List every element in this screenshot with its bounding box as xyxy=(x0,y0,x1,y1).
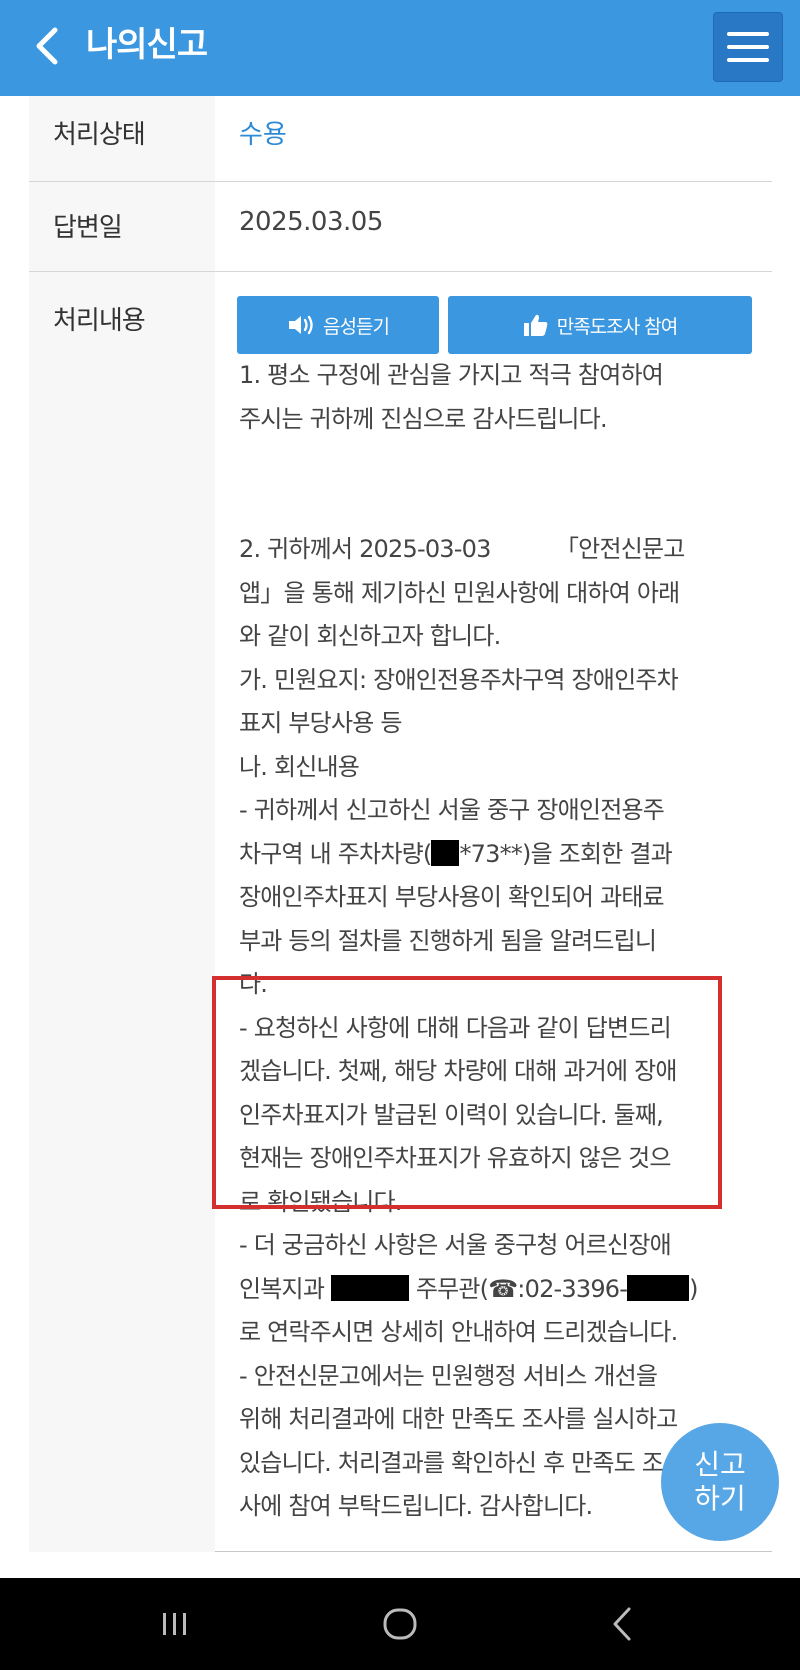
page-title: 나의신고 xyxy=(86,25,208,65)
reply-line: 앱」을 통해 제기하신 민원사항에 대하여 아래 xyxy=(239,578,680,607)
redacted-block xyxy=(330,1274,409,1301)
voice-listen-label: 음성듣기 xyxy=(323,315,390,338)
content-label: 처리내용 xyxy=(53,306,146,336)
satisfaction-survey-label: 만족도조사 참여 xyxy=(556,315,678,338)
redacted-block xyxy=(627,1274,690,1301)
reply-line-with-redaction: 차구역 내 주차차량( *73**)을 조회한 결과 xyxy=(239,833,749,877)
report-floating-label-line1: 신고 xyxy=(694,1448,746,1481)
reply-fragment: 주무관(☎:02-3396- xyxy=(415,1274,628,1303)
redacted-block xyxy=(431,839,460,866)
recent-apps-icon xyxy=(163,1613,186,1635)
answer-date-value: 2025.03.05 xyxy=(239,207,383,237)
status-value-cell: 수용 xyxy=(215,96,772,181)
reply-fragment: 차구역 내 주차차량( xyxy=(239,839,432,868)
answer-date-value-cell: 2025.03.05 xyxy=(215,182,772,271)
content-row: 처리내용 음성듣기 만족도조사 참여 1. 평소 구정에 관심을 가지고 적극 … xyxy=(29,272,772,1552)
status-value: 수용 xyxy=(239,120,287,150)
reply-body: 1. 평소 구정에 관심을 가지고 적극 참여하여 주시는 귀하께 진심으로 감… xyxy=(239,354,749,1529)
reply-line: 현재는 장애인주차표지가 유효하지 않은 것으 xyxy=(239,1144,671,1172)
satisfaction-survey-button[interactable]: 만족도조사 참여 xyxy=(448,296,752,354)
answer-date-label-cell: 답변일 xyxy=(29,182,215,271)
report-detail-table: 처리상태 수용 답변일 2025.03.05 처리내용 음성듣기 만족도조사 참… xyxy=(29,96,772,1552)
report-floating-label: 신고 하기 xyxy=(694,1448,746,1516)
home-icon xyxy=(383,1608,417,1640)
reply-fragment: *73**)을 조회한 결과 xyxy=(459,839,672,868)
home-button[interactable] xyxy=(365,1598,435,1650)
content-value-cell: 음성듣기 만족도조사 참여 1. 평소 구정에 관심을 가지고 적극 참여하여 … xyxy=(215,272,772,1552)
reply-fragment: ) xyxy=(689,1274,698,1303)
reply-line: 나. 회신내용 xyxy=(239,752,360,781)
reply-line: 장애인주차표지 부당사용이 확인되어 과태료 xyxy=(239,883,665,911)
app-header: 나의신고 xyxy=(0,0,800,96)
menu-button[interactable] xyxy=(713,12,783,82)
status-row: 처리상태 수용 xyxy=(29,96,772,182)
answer-date-label: 답변일 xyxy=(53,213,123,243)
reply-line: 와 같이 회신하고자 합니다. xyxy=(239,622,501,650)
hamburger-menu-icon-bar xyxy=(727,45,769,49)
reply-fragment: 인복지과 xyxy=(239,1274,325,1303)
reply-line-with-redaction: 인복지과 주무관(☎:02-3396-) xyxy=(239,1268,749,1312)
reply-line: 다. xyxy=(239,970,268,998)
reply-line: 2. 귀하께서 2025-03-03 「안전신문고 xyxy=(239,535,685,563)
voice-listen-button[interactable]: 음성듣기 xyxy=(237,296,439,354)
hamburger-menu-icon xyxy=(727,32,769,36)
reply-line: 로 확인됐습니다. xyxy=(239,1187,402,1216)
reply-line: 가. 민원요지: 장애인전용주차구역 장애인주차 xyxy=(239,665,679,694)
reply-line: - 요청하신 사항에 대해 다음과 같이 답변드리 xyxy=(239,1013,672,1042)
back-button[interactable] xyxy=(22,18,72,74)
reply-line: 부과 등의 절차를 진행하게 됨을 알려드립니 xyxy=(239,926,657,955)
system-back-button[interactable] xyxy=(588,1598,658,1650)
report-floating-button[interactable]: 신고 하기 xyxy=(661,1423,779,1541)
reply-line: 인주차표지가 발급된 이력이 있습니다. 둘째, xyxy=(239,1100,664,1129)
answer-date-row: 답변일 2025.03.05 xyxy=(29,182,772,272)
recent-apps-button[interactable] xyxy=(140,1598,210,1650)
reply-spacer xyxy=(239,441,749,528)
speaker-icon xyxy=(289,315,313,335)
reply-line: 위해 처리결과에 대한 만족도 조사를 실시하고 xyxy=(239,1405,678,1433)
thumbs-up-icon xyxy=(523,314,548,336)
hamburger-menu-icon-bar xyxy=(727,58,769,62)
status-label: 처리상태 xyxy=(53,120,146,150)
status-label-cell: 처리상태 xyxy=(29,96,215,181)
chevron-left-icon xyxy=(36,27,58,65)
reply-line: - 더 궁금하신 사항은 서울 중구청 어르신장애 xyxy=(239,1231,672,1259)
reply-line: 로 연락주시면 상세히 안내하여 드리겠습니다. xyxy=(239,1318,678,1346)
reply-line: 겠습니다. 첫째, 해당 차량에 대해 과거에 장애 xyxy=(239,1057,677,1085)
report-floating-label-line2: 하기 xyxy=(694,1482,746,1515)
reply-line: 주시는 귀하께 진심으로 감사드립니다. xyxy=(239,404,608,433)
reply-line: - 안전신문고에서는 민원행정 서비스 개선을 xyxy=(239,1361,658,1390)
reply-line: - 귀하께서 신고하신 서울 중구 장애인전용주 xyxy=(239,796,665,824)
content-label-cell: 처리내용 xyxy=(29,272,215,1552)
reply-line: 1. 평소 구정에 관심을 가지고 적극 참여하여 xyxy=(239,361,664,389)
back-icon xyxy=(613,1607,631,1641)
system-nav-bar xyxy=(0,1578,800,1670)
reply-line: 표지 부당사용 등 xyxy=(239,709,402,737)
